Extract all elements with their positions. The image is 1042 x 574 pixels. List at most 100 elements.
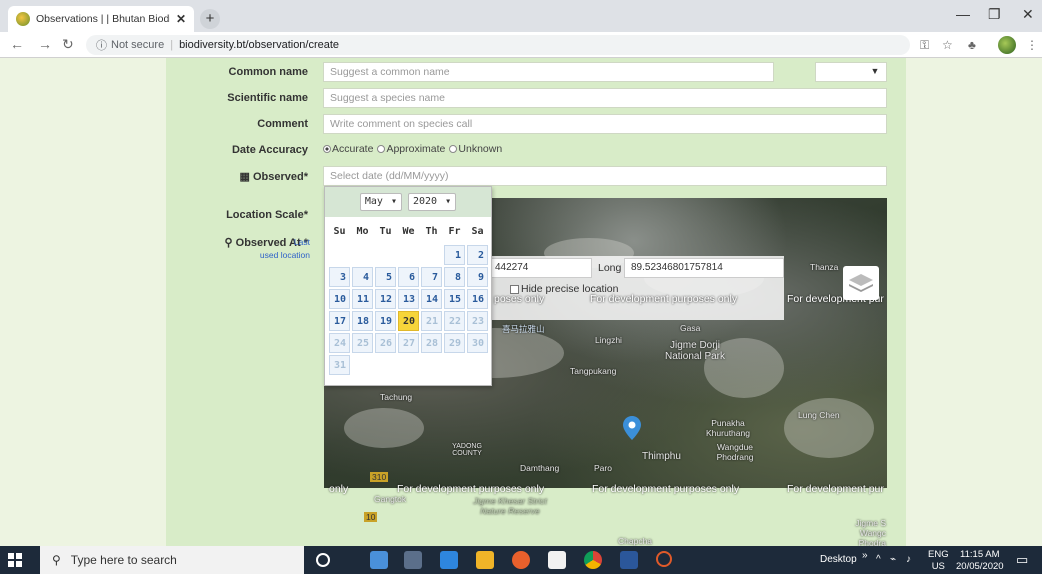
notification-icon[interactable]: ▭: [1016, 552, 1028, 568]
common-name-input[interactable]: Suggest a common name: [323, 62, 774, 82]
calendar-day[interactable]: 3: [329, 267, 350, 287]
last-used-suffix: used location: [259, 250, 310, 260]
calendar-grid: Su Mo Tu We Th Fr Sa 1 2 3 4 5 6 7 8 9 10 11 12 13 14…: [325, 217, 491, 375]
longitude-input[interactable]: 89.52346801757814: [624, 258, 784, 278]
back-icon[interactable]: ←: [10, 36, 24, 52]
calendar-day[interactable]: 17: [329, 311, 350, 331]
form-labels: Common name Scientific name Comment Date…: [166, 58, 308, 358]
common-name-label: Common name: [228, 66, 308, 78]
place-label: Tachung: [380, 392, 413, 402]
layers-icon: [849, 274, 873, 292]
toolbar-expand-icon[interactable]: »: [862, 550, 868, 561]
file-explorer-icon[interactable]: [476, 551, 494, 569]
radio-approximate[interactable]: Approximate: [377, 143, 445, 155]
observed-date-input[interactable]: Select date (dd/MM/yyyy): [323, 166, 887, 186]
place-label: Jigme Dorji National Park: [664, 340, 726, 362]
place-label: Jigme S Wangc Phodra: [855, 518, 886, 548]
search-icon: ⚲: [52, 553, 61, 567]
omnibox[interactable]: ⓘ Not secure | biodiversity.bt/observati…: [86, 35, 910, 55]
month-value: May: [364, 196, 383, 207]
latitude-input[interactable]: 442274: [488, 258, 592, 278]
media-icon[interactable]: [656, 551, 672, 567]
radio-unknown[interactable]: Unknown: [449, 143, 502, 155]
windows-start-icon[interactable]: [8, 553, 22, 567]
calendar-day[interactable]: 14: [421, 289, 442, 309]
reload-icon[interactable]: ↻: [62, 36, 74, 53]
tab-close-icon[interactable]: ✕: [176, 12, 186, 26]
dev-watermark-6: For development purposes only: [592, 483, 740, 495]
system-clock[interactable]: 11:15 AM 20/05/2020: [956, 549, 1004, 573]
last-used-prefix: Last: [293, 237, 310, 247]
lang-line-1: ENG: [928, 549, 949, 560]
mail-icon[interactable]: [440, 551, 458, 569]
datepicker-header: May ▾ 2020 ▾: [325, 187, 491, 217]
minimize-icon[interactable]: —: [956, 6, 970, 22]
browser-tab[interactable]: Observations | | Bhutan Biodivers ✕: [8, 6, 194, 32]
calendar-day[interactable]: 12: [375, 289, 396, 309]
calendar-day[interactable]: 19: [375, 311, 396, 331]
radio-accurate[interactable]: Accurate: [323, 143, 373, 155]
info-icon[interactable]: ⓘ: [96, 37, 107, 53]
calendar-day[interactable]: 7: [421, 267, 442, 287]
key-icon[interactable]: ⚿: [920, 38, 929, 53]
network-icon[interactable]: ⌁: [890, 554, 896, 565]
lang-line-2: US: [931, 561, 945, 572]
dev-watermark-7: For development pur: [787, 483, 884, 495]
calendar-day[interactable]: 8: [444, 267, 465, 287]
dev-watermark-2: For development purposes only: [590, 293, 738, 305]
volume-icon[interactable]: ♪: [906, 554, 911, 565]
calendar-day[interactable]: 4: [352, 267, 373, 287]
map-layers-button[interactable]: [843, 266, 879, 300]
language-indicator[interactable]: ENG US: [928, 549, 949, 573]
new-tab-button[interactable]: +: [200, 9, 220, 29]
firefox-icon[interactable]: [512, 551, 530, 569]
common-name-language-select[interactable]: ▼: [815, 62, 887, 82]
bookmark-star-icon[interactable]: ☆: [942, 38, 953, 52]
desktop-toolbar[interactable]: Desktop: [820, 554, 857, 565]
month-select[interactable]: May ▾: [359, 193, 402, 211]
calendar-day[interactable]: 2: [467, 245, 488, 265]
calendar-day[interactable]: 5: [375, 267, 396, 287]
store-icon[interactable]: [548, 551, 566, 569]
taskview-icon[interactable]: [370, 551, 388, 569]
calendar-day[interactable]: 20: [398, 311, 419, 331]
extension-icon[interactable]: ♣: [968, 38, 976, 52]
last-used-location-link[interactable]: Last used location: [240, 236, 310, 262]
observed-label: Observed*: [252, 171, 308, 183]
calendar-day: 28: [421, 333, 442, 353]
calendar-day[interactable]: 15: [444, 289, 465, 309]
scientific-name-label: Scientific name: [227, 92, 308, 104]
comment-input[interactable]: Write comment on species call: [323, 114, 887, 134]
forward-icon[interactable]: →: [38, 36, 52, 52]
url-text[interactable]: biodiversity.bt/observation/create: [179, 39, 339, 51]
clock-date: 20/05/2020: [956, 561, 1004, 572]
calendar-day[interactable]: 18: [352, 311, 373, 331]
year-select[interactable]: 2020 ▾: [407, 193, 457, 211]
taskbar-search-box[interactable]: ⚲ Type here to search: [40, 546, 304, 574]
calendar-day[interactable]: 9: [467, 267, 488, 287]
calendar-day[interactable]: 1: [444, 245, 465, 265]
chrome-icon[interactable]: [584, 551, 602, 569]
restore-icon[interactable]: ❐: [988, 6, 1001, 23]
menu-kebab-icon[interactable]: ⋮: [1026, 38, 1038, 52]
word-icon[interactable]: [620, 551, 638, 569]
scientific-name-input[interactable]: Suggest a species name: [323, 88, 887, 108]
calendar-day[interactable]: 13: [398, 289, 419, 309]
calendar-blank: [352, 245, 373, 265]
calendar-day: 24: [329, 333, 350, 353]
calendar-day[interactable]: 11: [352, 289, 373, 309]
cortana-icon[interactable]: [316, 553, 330, 567]
location-marker-icon[interactable]: [623, 416, 641, 440]
dev-watermark-5: For development purposes only: [397, 483, 545, 495]
chevron-up-icon[interactable]: ^: [876, 554, 881, 565]
people-icon[interactable]: [404, 551, 422, 569]
address-toolbar: ← → ↻ ⓘ Not secure | biodiversity.bt/obs…: [0, 32, 1042, 58]
weekday-label: We: [402, 226, 415, 237]
window-close-icon[interactable]: ✕: [1022, 6, 1034, 23]
calendar-day[interactable]: 16: [467, 289, 488, 309]
profile-avatar[interactable]: [998, 36, 1016, 54]
place-label: Damthang: [520, 463, 560, 473]
calendar-blank: [398, 245, 419, 265]
calendar-day[interactable]: 6: [398, 267, 419, 287]
calendar-day[interactable]: 10: [329, 289, 350, 309]
